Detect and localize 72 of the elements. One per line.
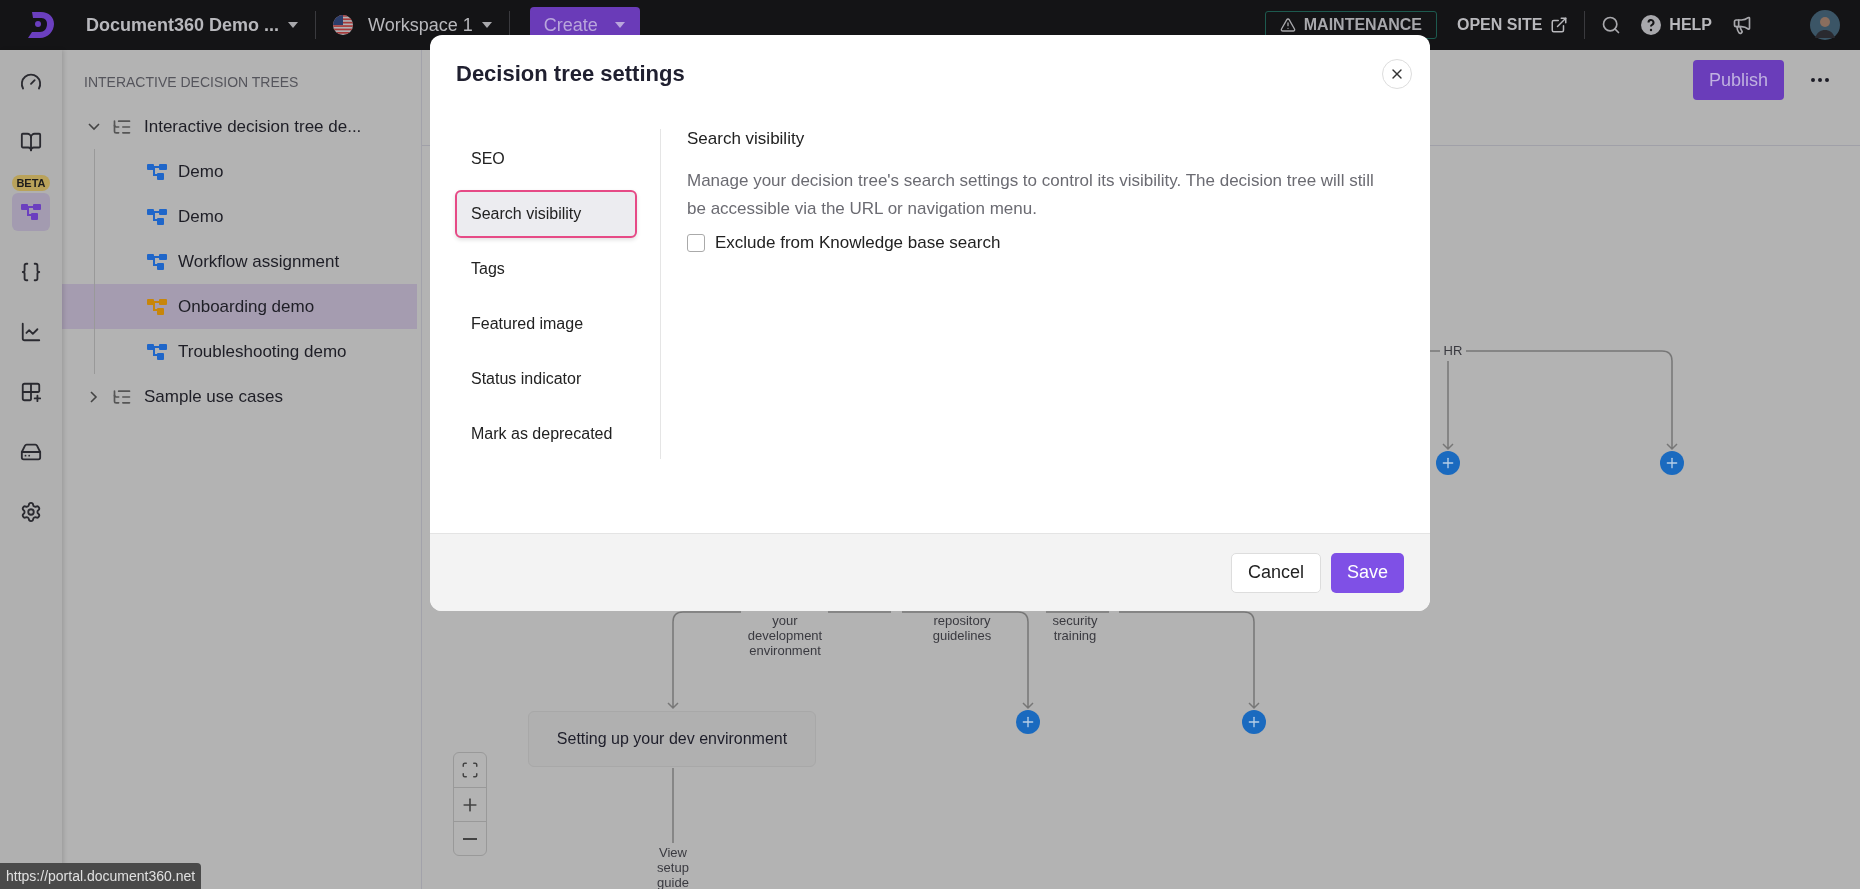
apps-icon xyxy=(20,381,42,403)
settings-tab[interactable]: Featured image xyxy=(455,300,637,348)
settings-tab[interactable]: Mark as deprecated xyxy=(455,410,637,458)
checkbox-label: Exclude from Knowledge base search xyxy=(715,233,1001,253)
settings-tab[interactable]: Status indicator xyxy=(455,355,637,403)
caret-icon xyxy=(480,21,493,29)
project-name[interactable]: Document360 Demo ... xyxy=(86,14,280,36)
tree-item[interactable]: Workflow assignment xyxy=(62,239,417,284)
edge-label: View setup guide xyxy=(657,845,689,889)
add-node-button[interactable] xyxy=(1660,451,1684,475)
add-node-button[interactable] xyxy=(1436,451,1460,475)
open-site-link[interactable]: OPEN SITE xyxy=(1456,16,1569,34)
settings-tab[interactable]: Search visibility xyxy=(455,190,637,238)
fit-view-icon xyxy=(461,761,479,779)
flag-icon xyxy=(332,14,355,36)
braces-icon xyxy=(20,261,42,283)
tree-item[interactable]: Onboarding demo xyxy=(62,284,417,329)
cancel-button[interactable]: Cancel xyxy=(1230,552,1321,593)
decision-tree-icon xyxy=(146,206,168,227)
section-heading: INTERACTIVE DECISION TREES xyxy=(84,74,299,90)
tree-folder[interactable]: Interactive decision tree de... xyxy=(62,104,417,149)
decision-tree-icon xyxy=(146,296,168,317)
edge-label: security training xyxy=(1052,613,1098,643)
settings-tab[interactable]: SEO xyxy=(455,135,637,183)
connector xyxy=(827,611,892,613)
caret-icon xyxy=(613,21,626,29)
connector xyxy=(1045,611,1110,613)
book-icon xyxy=(20,131,42,153)
tree-item[interactable]: Troubleshooting demo xyxy=(62,329,417,374)
beta-badge: BETA xyxy=(12,175,50,191)
settings-tab[interactable]: Tags xyxy=(455,245,637,293)
external-link-icon xyxy=(1550,16,1569,34)
warning-icon xyxy=(1279,17,1296,33)
search-icon[interactable] xyxy=(1601,15,1622,35)
caret-icon xyxy=(287,21,300,29)
help-link[interactable]: HELP xyxy=(1641,15,1712,35)
dialog-title: Decision tree settings xyxy=(456,61,685,87)
save-button[interactable]: Save xyxy=(1330,552,1404,593)
panel-icon xyxy=(20,441,42,463)
megaphone-icon[interactable] xyxy=(1732,15,1752,35)
decision-tree-icon xyxy=(146,161,168,182)
avatar xyxy=(1810,10,1840,40)
close-button[interactable] xyxy=(1382,59,1412,89)
decision-tree-icon xyxy=(146,341,168,362)
tree-item[interactable]: Demo xyxy=(62,149,417,194)
description: Manage your decision tree's search settings to control its visibility. The decision tree will still be accessible via the URL or navigation menu. xyxy=(687,170,1375,220)
section-title: Search visibility xyxy=(687,129,805,149)
add-node-button[interactable] xyxy=(1016,710,1040,734)
workspace-name[interactable]: Workspace 1 xyxy=(368,14,473,36)
status-url: https://portal.document360.net xyxy=(0,863,202,889)
connector xyxy=(1429,350,1441,352)
decision-tree-icon xyxy=(146,251,168,272)
edge-label: repository guidelines xyxy=(932,613,992,643)
plus-icon xyxy=(1440,455,1456,471)
nav-rail-item[interactable] xyxy=(12,193,50,231)
edge-label: your development environment xyxy=(747,613,823,658)
plus-icon xyxy=(1664,455,1680,471)
logo-icon xyxy=(26,10,56,40)
settings-icon xyxy=(20,501,42,523)
tree-node[interactable]: Setting up your dev environment xyxy=(528,711,816,767)
decision-tree-icon xyxy=(20,202,42,222)
add-node-button[interactable] xyxy=(1242,710,1266,734)
tree-item[interactable]: Demo xyxy=(62,194,417,239)
plus-icon xyxy=(1246,714,1262,730)
tree-folder[interactable]: Sample use cases xyxy=(62,374,417,419)
minus-icon xyxy=(463,837,477,840)
edge-label: HR xyxy=(1443,343,1463,358)
publish-button[interactable]: Publish xyxy=(1692,60,1784,100)
chart-icon xyxy=(20,321,42,343)
plus-icon xyxy=(1020,714,1036,730)
help-icon xyxy=(1641,15,1662,35)
checkbox[interactable] xyxy=(687,234,705,252)
